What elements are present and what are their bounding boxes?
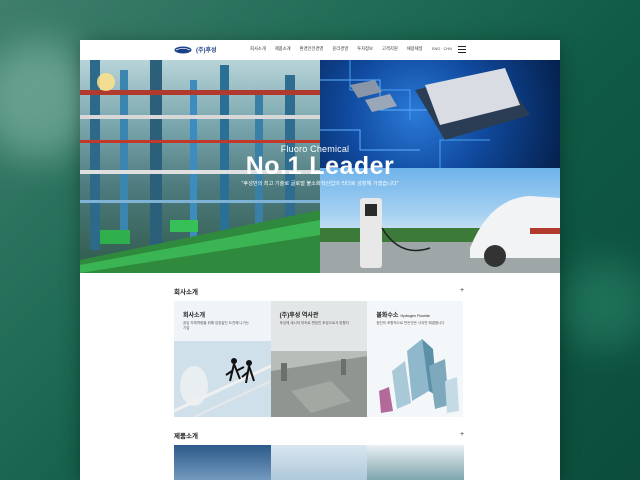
- logo-mark-icon: [174, 46, 192, 53]
- hero-banner: Fluoro Chemical No.1 Leader "후성만의 최고 기술로…: [80, 60, 560, 273]
- card-description: 첨단의 포함적으로 만든안든 사지만 해결합니다: [376, 321, 445, 325]
- hero-title: No.1 Leader: [245, 152, 395, 180]
- card-title: (주)후성 역사관: [279, 313, 319, 319]
- site-header: (주)후성 회사소개 제품소개 환경안전경영 윤리경영 투자정보 고객지원 채용…: [80, 40, 560, 60]
- more-plus-icon[interactable]: +: [460, 287, 464, 294]
- background-glow: [560, 260, 640, 350]
- card-title: 불화수소 Hydrogen Fluoride: [376, 313, 431, 319]
- nav-item-company[interactable]: 회사소개: [250, 46, 266, 52]
- card-title: 회사소개: [183, 313, 206, 319]
- nav-item-ethics[interactable]: 윤리경영: [332, 46, 348, 52]
- nav-item-support[interactable]: 고객지원: [382, 46, 398, 52]
- nav-item-products[interactable]: 제품소개: [275, 46, 291, 52]
- company-cards: 회사소개 끊임 자체역량을 위해 성장같단 도전해 나가는 기업 (주)후성 역…: [174, 301, 464, 417]
- website-mockup: (주)후성 회사소개 제품소개 환경안전경영 윤리경영 투자정보 고객지원 채용…: [80, 40, 560, 480]
- card-company[interactable]: 회사소개 끊임 자체역량을 위해 성장같단 도전해 나가는 기업: [174, 301, 271, 417]
- hamburger-menu-icon[interactable]: [458, 46, 466, 53]
- nav-item-esh[interactable]: 환경안전경영: [300, 46, 324, 52]
- logo[interactable]: (주)후성: [174, 45, 217, 54]
- product-image[interactable]: [174, 445, 271, 480]
- main-nav: 회사소개 제품소개 환경안전경영 윤리경영 투자정보 고객지원 채용채널: [250, 46, 423, 52]
- card-history[interactable]: (주)후성 역사관 후성에 새시작 마속로 변방친 후성으로서 방향다: [270, 301, 368, 417]
- product-image[interactable]: [270, 445, 368, 480]
- product-images: [174, 445, 465, 480]
- hero-text: Fluoro Chemical No.1 Leader "후성만의 최고 기술로…: [80, 144, 560, 187]
- card-description: 끊임 자체역량을 위해 성장같단 도전해 나가는 기업: [183, 321, 250, 330]
- product-image[interactable]: [367, 445, 465, 480]
- nav-item-ir[interactable]: 투자정보: [357, 46, 373, 52]
- hero-description: "후성만의 최고 기술로 글로벌 불소화학산업의 리더로 성장해 가겠습니다": [241, 181, 399, 187]
- card-tag: Hydrogen Fluoride: [400, 314, 431, 318]
- logo-text: (주)후성: [196, 48, 217, 54]
- nav-item-careers[interactable]: 채용채널: [407, 46, 423, 52]
- section-title-company: 회사소개: [174, 289, 198, 296]
- section-title-products: 제품소개: [174, 433, 198, 440]
- language-switch[interactable]: ENG · CHN: [432, 47, 452, 51]
- more-plus-icon[interactable]: +: [460, 431, 464, 438]
- card-hydrogen-fluoride[interactable]: 불화수소 Hydrogen Fluoride 첨단의 포함적으로 만든안든 사지만…: [367, 301, 464, 417]
- card-description: 후성에 새시작 마속로 변방친 후성으로서 방향다: [279, 321, 349, 325]
